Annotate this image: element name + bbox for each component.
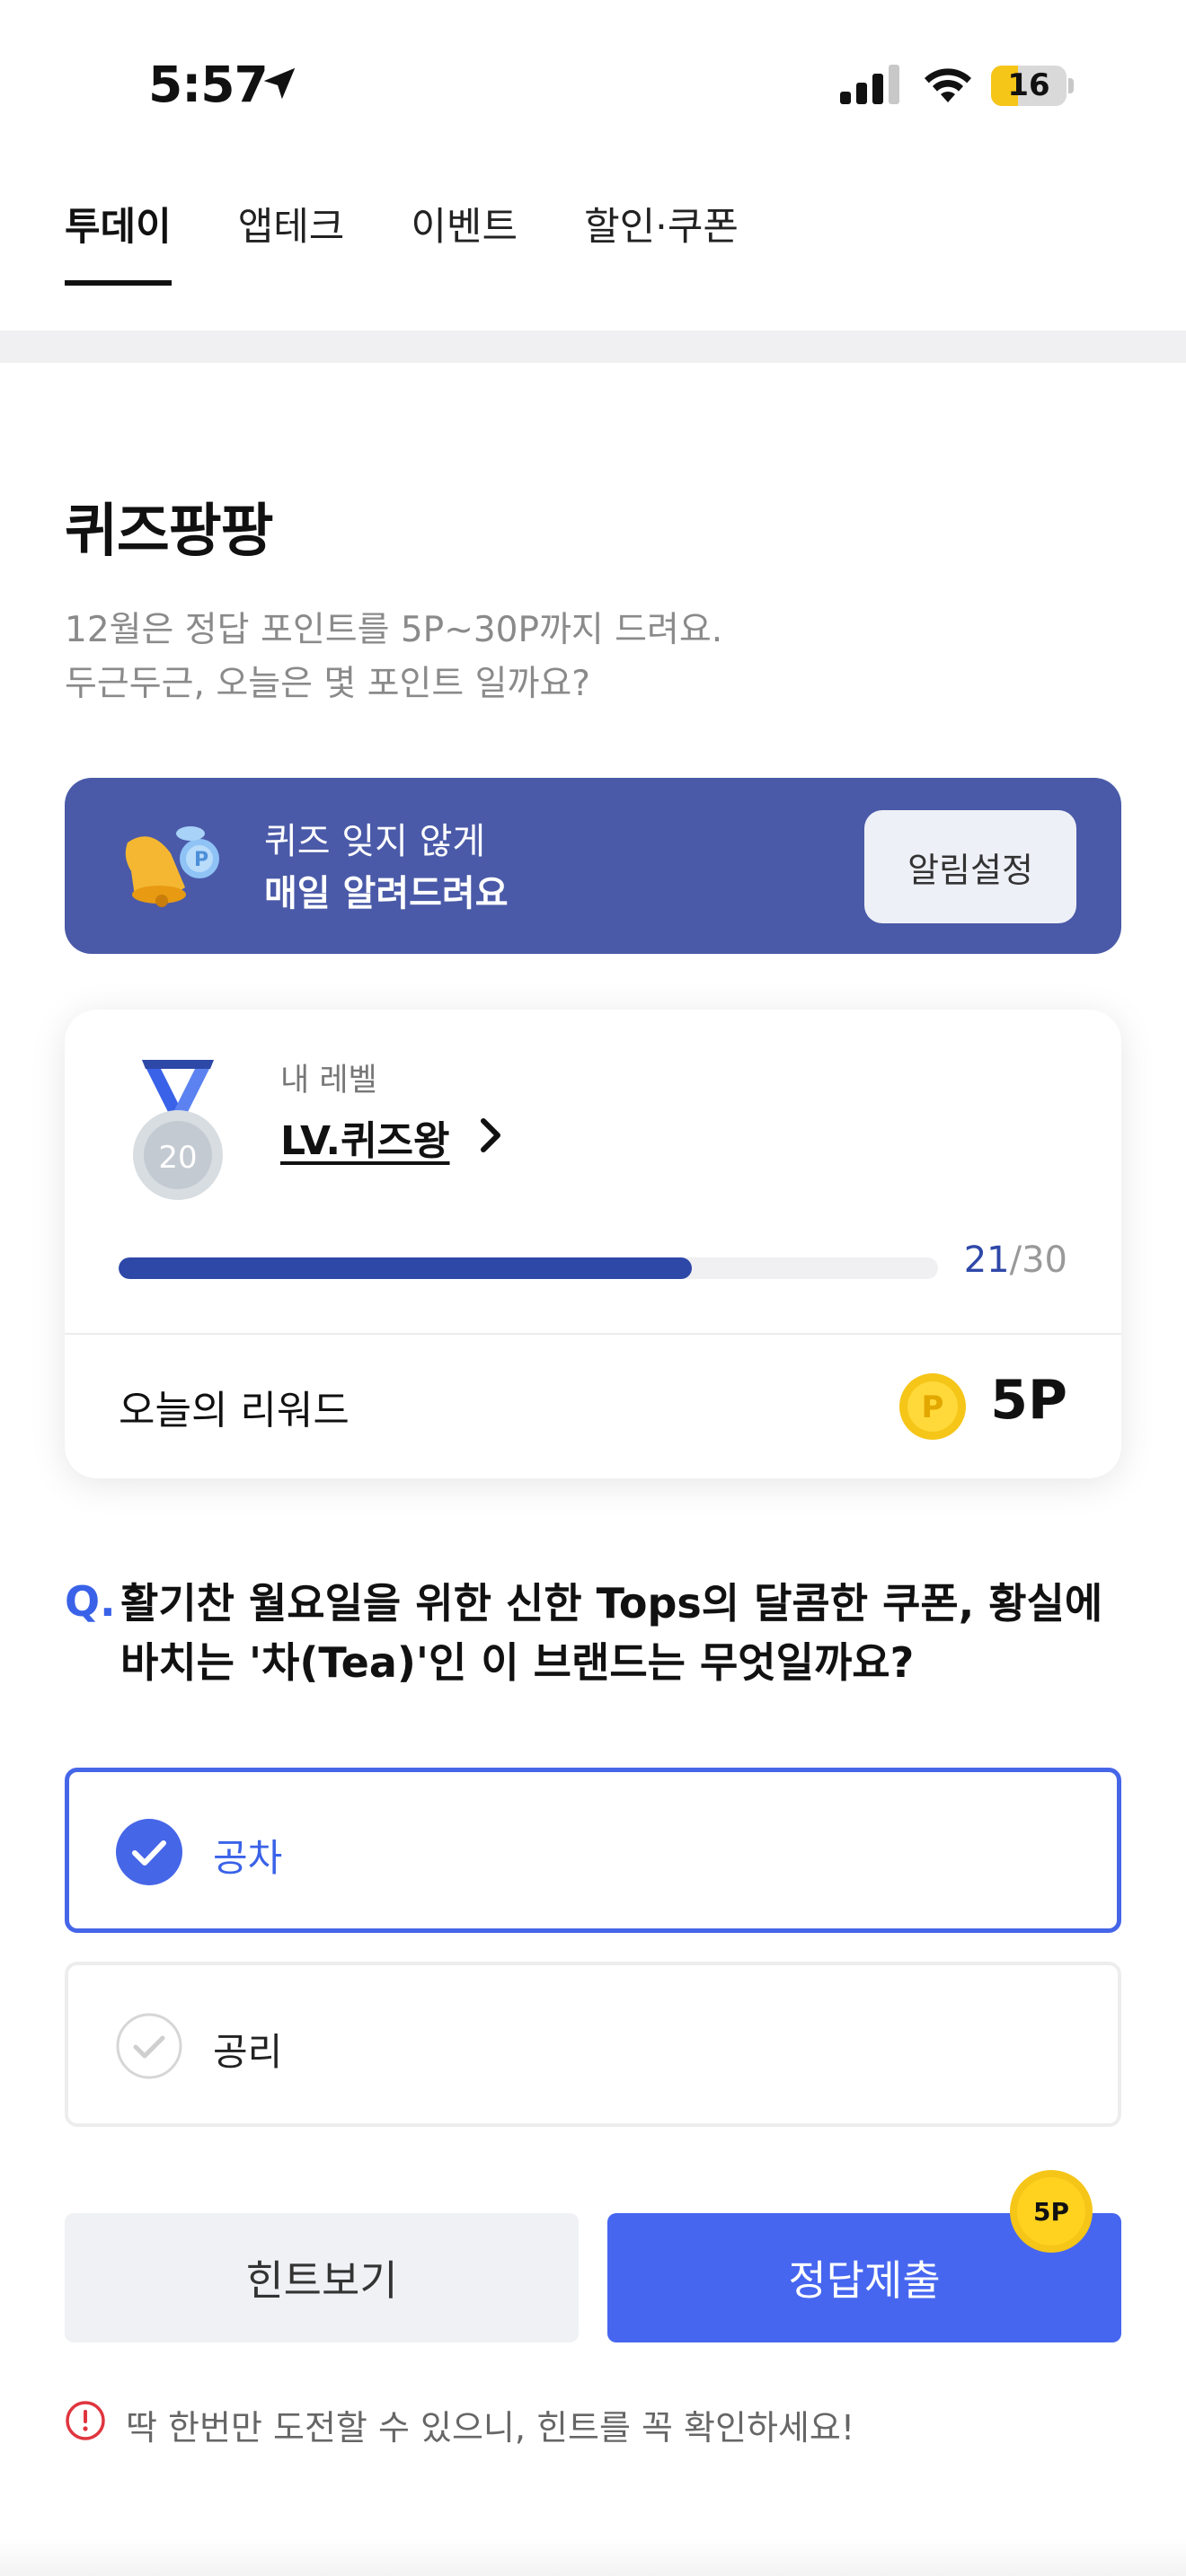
question-text: 활기찬 월요일을 위한 신한 Tops의 달콤한 쿠폰, 황실에 바치는 '차(…	[120, 1579, 1103, 1687]
answer-option-2[interactable]: 공리	[65, 1962, 1121, 2127]
medal-number: 20	[158, 1140, 197, 1176]
level-caption: 내 레벨	[280, 1063, 377, 1098]
check-circle-outline-icon	[116, 2013, 182, 2079]
page-subtitle: 12월은 정답 포인트를 5P~30P까지 드려요. 두근두근, 오늘은 몇 포…	[65, 610, 723, 704]
reward-label: 오늘의 리워드	[119, 1388, 350, 1434]
top-tab-bar: 투데이 앱테크 이벤트 할인·쿠폰	[65, 196, 739, 286]
answer-option-1[interactable]: 공차	[65, 1768, 1121, 1933]
cellular-signal-icon	[840, 65, 899, 104]
banner-line-2: 매일 알려드려요	[264, 873, 509, 914]
level-progress-fill	[119, 1257, 693, 1279]
bottom-edge	[0, 2538, 1186, 2576]
alarm-settings-button[interactable]: 알림설정	[864, 810, 1076, 923]
tab-today[interactable]: 투데이	[65, 196, 172, 286]
answer-option-2-label: 공리	[213, 2030, 283, 2074]
tab-apptech[interactable]: 앱테크	[238, 196, 345, 286]
section-divider	[0, 331, 1186, 363]
points-badge-label: 5P	[1033, 2197, 1069, 2227]
battery-level: 16	[1007, 67, 1050, 103]
bell-coin-icon: P	[125, 826, 219, 907]
location-arrow-icon	[263, 67, 296, 100]
tab-discount-coupon[interactable]: 할인·쿠폰	[584, 196, 739, 286]
progress-current: 21	[963, 1239, 1010, 1281]
reward-value: 5P	[990, 1369, 1067, 1432]
page-title: 퀴즈팡팡	[65, 498, 274, 565]
battery-indicator: 16	[991, 66, 1074, 106]
banner-line-1: 퀴즈 잊지 않게	[264, 821, 486, 862]
check-circle-filled-icon	[116, 1819, 182, 1885]
card-divider	[65, 1333, 1121, 1335]
level-card: 20 내 레벨 LV.퀴즈왕 21/30 오늘의 리워드 P 5P	[65, 1010, 1121, 1478]
banner-text: 퀴즈 잊지 않게 매일 알려드려요	[264, 816, 509, 920]
progress-total: /30	[1009, 1239, 1067, 1281]
status-time: 5:57	[148, 56, 269, 113]
svg-text:P: P	[194, 849, 208, 871]
svg-text:P: P	[922, 1389, 944, 1425]
hint-button[interactable]: 힌트보기	[65, 2213, 579, 2342]
medal-icon: 20	[133, 1060, 223, 1200]
level-progress-bar	[119, 1257, 938, 1279]
level-progress-label: 21/30	[964, 1239, 1067, 1281]
warning-icon	[66, 2401, 105, 2440]
wifi-icon	[925, 68, 971, 102]
notification-banner: P 퀴즈 잊지 않게 매일 알려드려요 알림설정	[65, 778, 1121, 954]
tab-event[interactable]: 이벤트	[411, 196, 518, 286]
points-badge: 5P	[1010, 2170, 1093, 2253]
level-name-link[interactable]: LV.퀴즈왕	[280, 1108, 450, 1166]
answer-option-1-label: 공차	[213, 1836, 283, 1880]
question-prefix: Q.	[65, 1577, 116, 1626]
notice-text: 딱 한번만 도전할 수 있으니, 힌트를 꼭 확인하세요!	[126, 2408, 855, 2448]
chevron-right-icon[interactable]	[476, 1116, 505, 1155]
point-coin-icon: P	[899, 1373, 966, 1440]
